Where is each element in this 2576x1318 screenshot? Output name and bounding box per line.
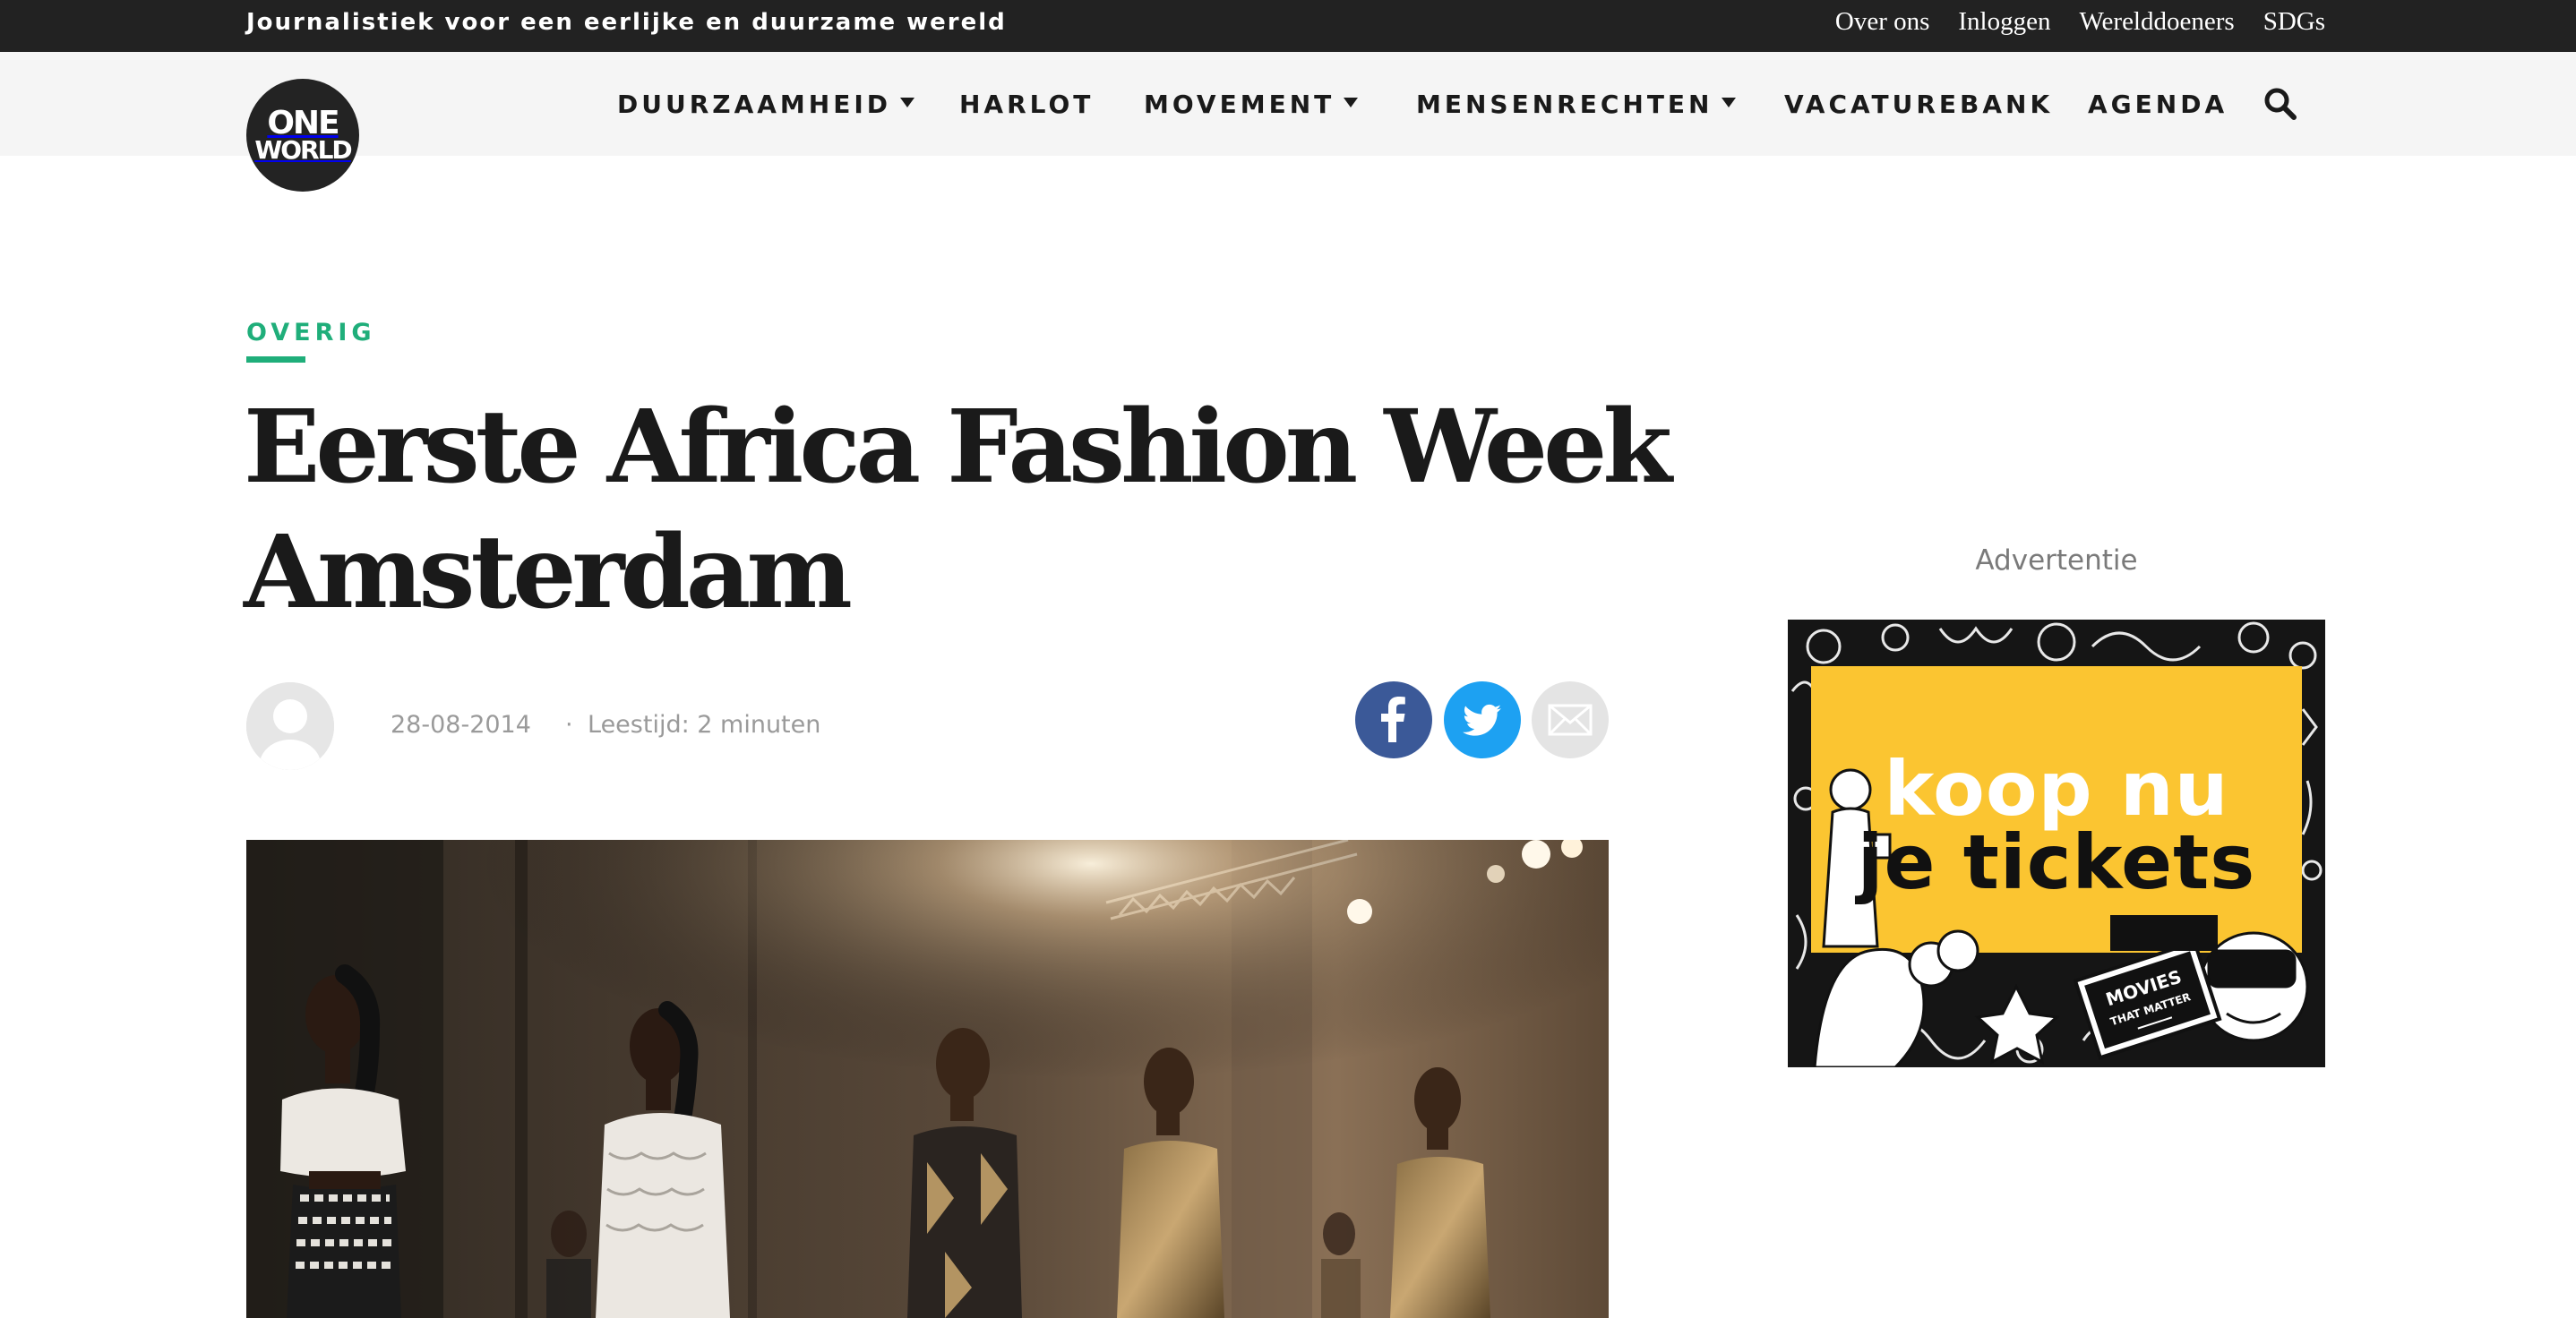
nav-label: AGENDA bbox=[2088, 90, 2228, 119]
nav-item-harlot[interactable]: HARLOT bbox=[959, 90, 1094, 119]
ad-banner[interactable]: MOVIES THAT MATTER koop nu je tickets bbox=[1788, 620, 2325, 1067]
article-title: Eerste Africa Fashion Week Amsterdam bbox=[244, 389, 1672, 631]
nav-item-agenda[interactable]: AGENDA bbox=[2088, 90, 2228, 119]
nav-label: DUURZAAMHEID bbox=[617, 90, 892, 119]
share-email-button[interactable] bbox=[1532, 681, 1609, 758]
twitter-icon bbox=[1463, 704, 1501, 736]
top-links: Over ons Inloggen Werelddoeners SDGs bbox=[1835, 7, 2325, 37]
reading-time: Leestijd: 2 minuten bbox=[588, 711, 821, 739]
search-icon bbox=[2264, 88, 2297, 120]
nav-label: HARLOT bbox=[959, 90, 1095, 119]
top-link-inloggen[interactable]: Inloggen bbox=[1958, 7, 2050, 37]
site-tagline: Journalistiek voor een eerlijke en duurz… bbox=[246, 9, 1007, 36]
caret-down-icon bbox=[1344, 97, 1359, 107]
top-link-over-ons[interactable]: Over ons bbox=[1835, 7, 1930, 37]
nav-label: VACATUREBANK bbox=[1784, 90, 2054, 119]
meta-separator: · bbox=[565, 711, 573, 739]
publish-date: 28-08-2014 bbox=[391, 711, 531, 739]
top-bar: Journalistiek voor een eerlijke en duurz… bbox=[0, 0, 2576, 52]
share-facebook-button[interactable] bbox=[1355, 681, 1432, 758]
search-button[interactable] bbox=[2263, 86, 2298, 122]
top-link-werelddoeners[interactable]: Werelddoeners bbox=[2079, 7, 2234, 37]
nav-item-duurzaamheid[interactable]: DUURZAAMHEID bbox=[617, 90, 915, 119]
ad-headline-line2: je tickets bbox=[1857, 818, 2256, 906]
nav-label: MENSENRECHTEN bbox=[1416, 90, 1713, 119]
user-placeholder-icon bbox=[246, 682, 334, 770]
nav-item-vacaturebank[interactable]: VACATUREBANK bbox=[1784, 90, 2053, 119]
caret-down-icon bbox=[900, 97, 915, 107]
nav-label: MOVEMENT bbox=[1144, 90, 1335, 119]
nav-item-mensenrechten[interactable]: MENSENRECHTEN bbox=[1416, 90, 1737, 119]
nav-item-movement[interactable]: MOVEMENT bbox=[1144, 90, 1359, 119]
author-avatar[interactable] bbox=[246, 682, 334, 770]
article-hero-image bbox=[246, 840, 1609, 1318]
email-icon bbox=[1548, 704, 1593, 736]
logo-line-world: WORLD bbox=[254, 135, 352, 165]
category-underline bbox=[246, 356, 305, 363]
facebook-icon bbox=[1381, 697, 1405, 742]
site-logo[interactable]: ONE WORLD bbox=[246, 79, 359, 192]
ad-label: Advertentie bbox=[1975, 544, 2138, 577]
article-category[interactable]: OVERIG bbox=[246, 319, 376, 347]
top-link-sdgs[interactable]: SDGs bbox=[2263, 7, 2325, 37]
share-twitter-button[interactable] bbox=[1444, 681, 1521, 758]
runway-photo bbox=[246, 840, 1609, 1318]
caret-down-icon bbox=[1722, 97, 1737, 107]
